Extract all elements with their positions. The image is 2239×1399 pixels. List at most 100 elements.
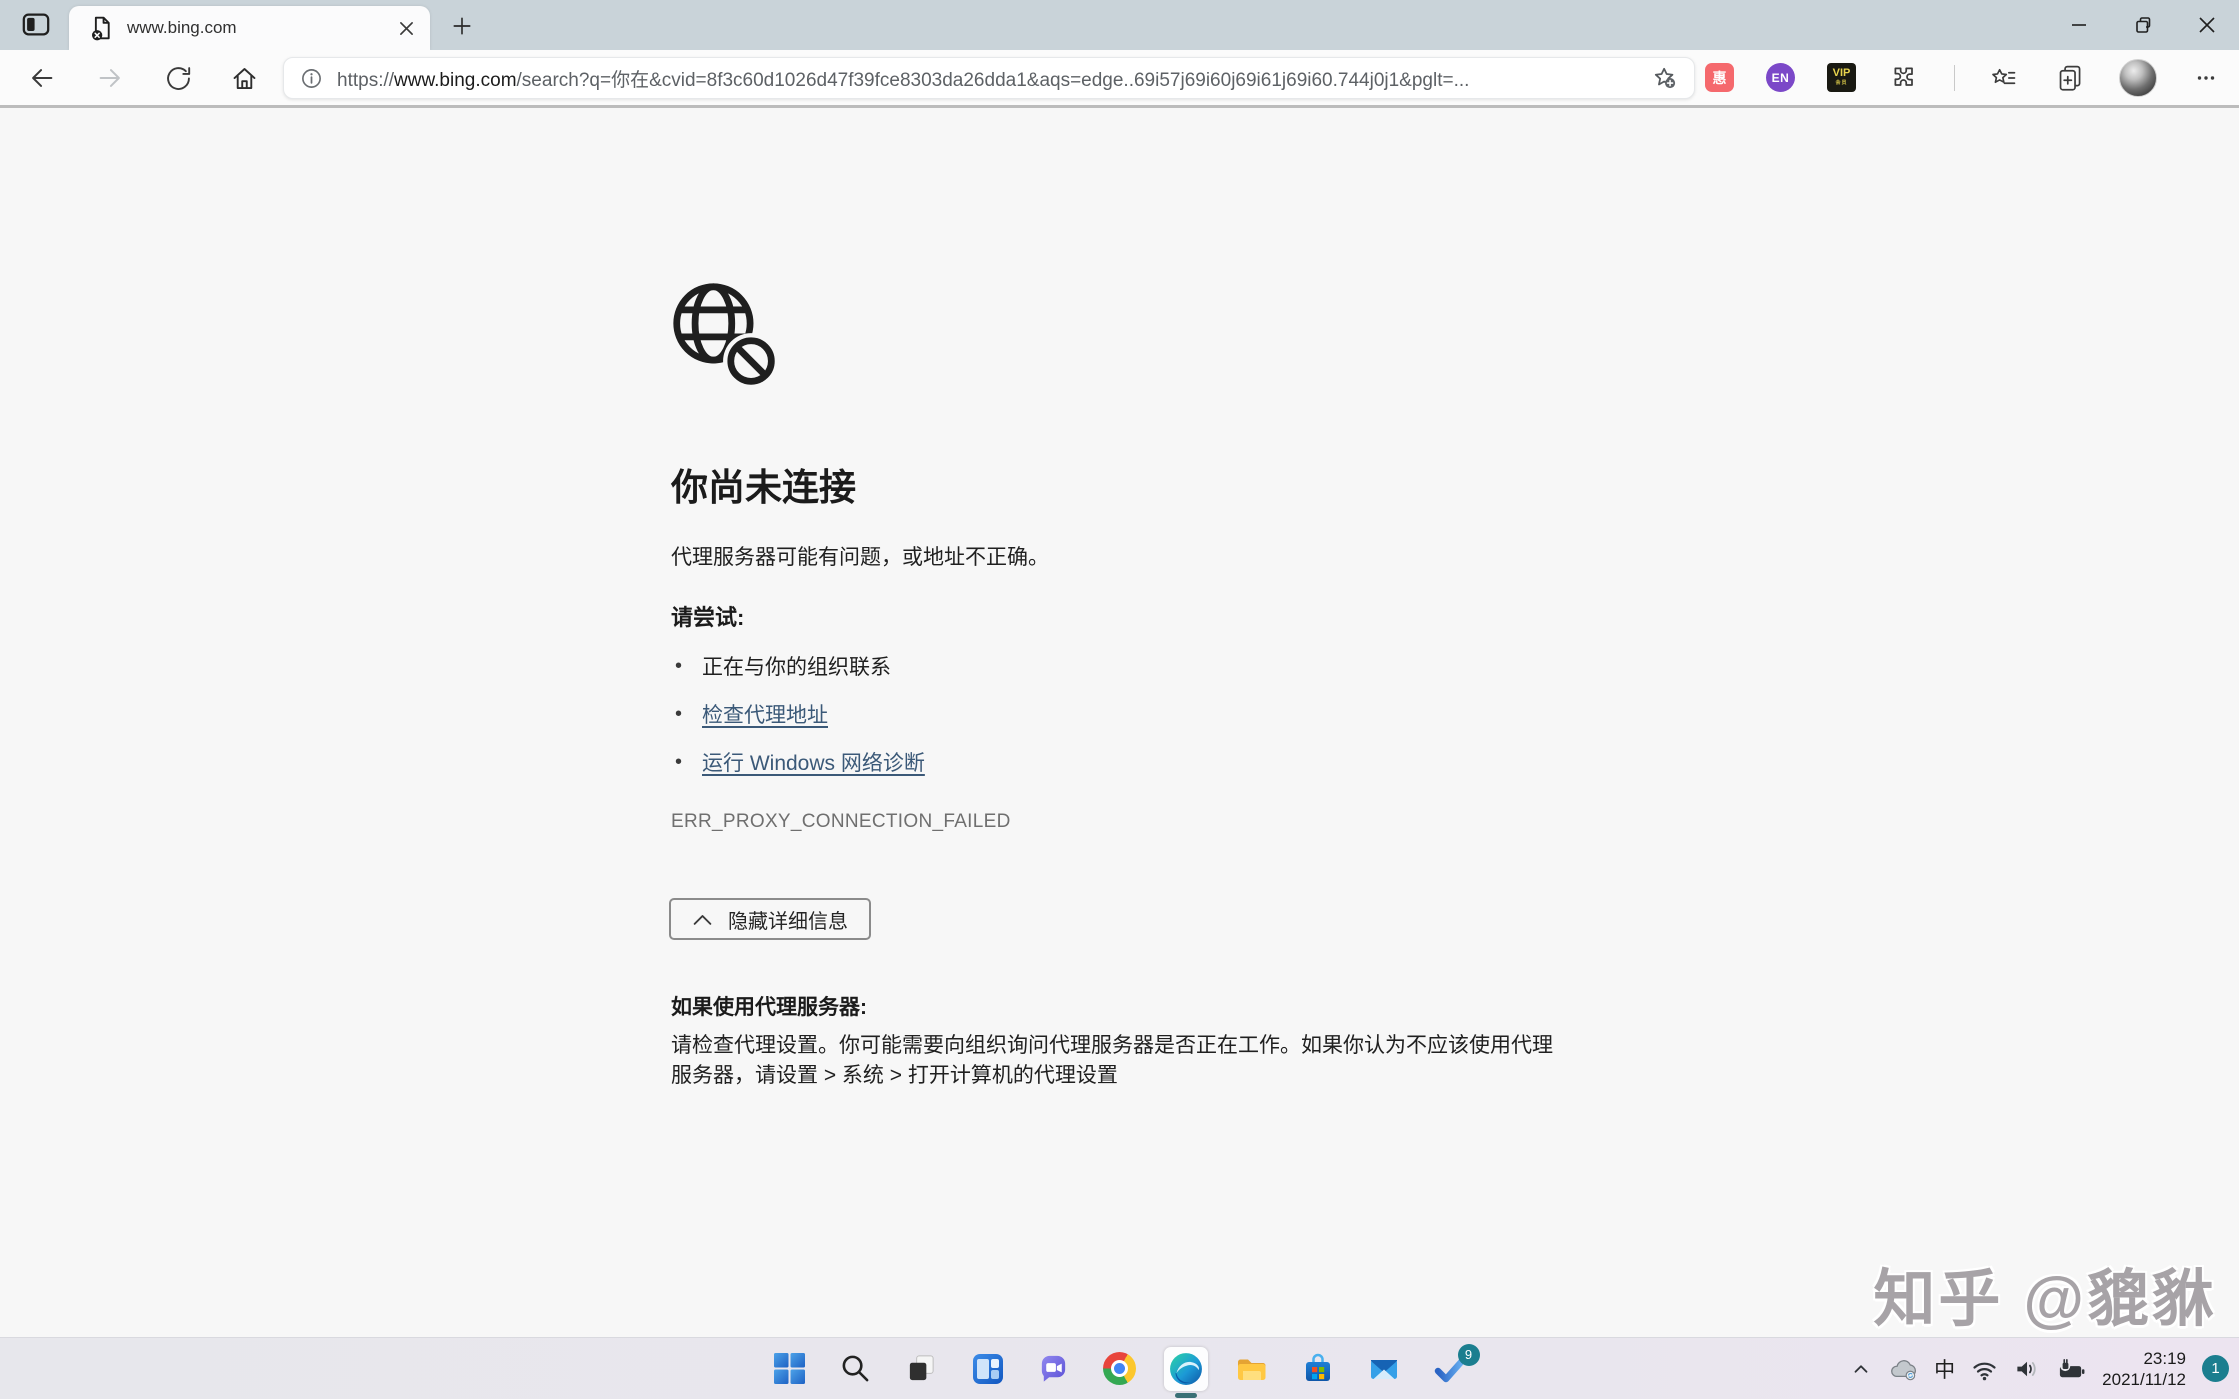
file-explorer-icon: [1236, 1353, 1268, 1385]
todo-button[interactable]: 9: [1428, 1347, 1472, 1391]
vip-extension-sublabel: 会员: [1835, 78, 1847, 88]
suggestion-text: 正在与你的组织联系: [702, 651, 891, 681]
home-button[interactable]: [224, 60, 264, 96]
search-button[interactable]: [834, 1347, 878, 1391]
mail-icon: [1368, 1353, 1400, 1385]
clock[interactable]: 23:19 2021/11/12: [2102, 1348, 2186, 1390]
refresh-button[interactable]: [158, 60, 198, 96]
extension-translator-button[interactable]: EN: [1766, 63, 1795, 92]
tab-close-button[interactable]: [392, 14, 420, 42]
task-view-button[interactable]: [900, 1347, 944, 1391]
onedrive-button[interactable]: [1888, 1357, 1918, 1381]
tray-expand-button[interactable]: [1850, 1358, 1872, 1380]
url-path: /search?q=你在&cvid=8f3c60d1026d47f39fce83…: [517, 70, 1470, 91]
proxy-instructions: 请检查代理设置。你可能需要向组织询问代理服务器是否正在工作。如果你认为不应该使用…: [671, 1031, 1563, 1091]
error-page-favicon-icon: [89, 15, 113, 41]
chrome-icon: [1103, 1352, 1136, 1385]
widgets-button[interactable]: [966, 1347, 1010, 1391]
hide-details-button[interactable]: 隐藏详细信息: [669, 898, 871, 940]
url-domain: www.bing.com: [394, 70, 517, 91]
url-text[interactable]: https://www.bing.com/search?q=你在&cvid=8f…: [337, 65, 1648, 92]
extension-coupon-button[interactable]: 惠: [1705, 63, 1734, 92]
toolbar-divider: [1954, 65, 1955, 91]
notification-badge[interactable]: 1: [2202, 1355, 2229, 1382]
battery-button[interactable]: [2057, 1356, 2086, 1382]
close-icon: [399, 21, 414, 36]
browser-tab[interactable]: www.bing.com: [69, 6, 430, 50]
chrome-button[interactable]: [1098, 1347, 1142, 1391]
settings-menu-button[interactable]: [2189, 61, 2223, 95]
extensions-menu-button[interactable]: [1888, 61, 1922, 95]
globe-error-icon: [669, 279, 781, 396]
onedrive-cloud-icon: [1888, 1357, 1918, 1381]
collections-button[interactable]: [2053, 61, 2087, 95]
suggestion-item: 检查代理地址: [671, 690, 925, 738]
favorites-button[interactable]: [1987, 61, 2021, 95]
suggestion-link-check-proxy[interactable]: 检查代理地址: [702, 699, 828, 729]
watermark: 知乎 @貔貅: [1873, 1248, 2217, 1338]
taskbar-center-icons: 9: [768, 1338, 1472, 1399]
start-button[interactable]: [768, 1347, 812, 1391]
clock-time: 23:19: [2102, 1348, 2186, 1369]
site-info-icon[interactable]: [300, 67, 323, 90]
forward-arrow-icon: [95, 63, 125, 93]
try-heading: 请尝试:: [671, 600, 744, 632]
chat-button[interactable]: [1032, 1347, 1076, 1391]
error-code: ERR_PROXY_CONNECTION_FAILED: [671, 811, 1011, 833]
tab-title: www.bing.com: [127, 18, 392, 38]
chevron-up-icon: [692, 912, 713, 927]
system-tray: 中 23:19 2021/11/12 1: [1850, 1338, 2229, 1399]
suggestion-item: 正在与你的组织联系: [671, 642, 925, 690]
error-page: 你尚未连接 代理服务器可能有问题，或地址不正确。 请尝试: 正在与你的组织联系 …: [0, 111, 2239, 1337]
back-button[interactable]: [22, 60, 62, 96]
microsoft-store-icon: [1302, 1353, 1334, 1385]
mail-button[interactable]: [1362, 1347, 1406, 1391]
address-bar[interactable]: https://www.bing.com/search?q=你在&cvid=8f…: [283, 57, 1695, 99]
puzzle-icon: [1891, 64, 1919, 92]
volume-button[interactable]: [2014, 1357, 2041, 1381]
star-plus-icon: [1654, 67, 1676, 89]
search-icon: [840, 1353, 871, 1384]
favorites-star-icon: [1990, 64, 2018, 92]
suggestion-list: 正在与你的组织联系 检查代理地址 运行 Windows 网络诊断: [671, 642, 925, 786]
windows-start-icon: [773, 1352, 806, 1385]
file-explorer-button[interactable]: [1230, 1347, 1274, 1391]
browser-toolbar: https://www.bing.com/search?q=你在&cvid=8f…: [0, 50, 2239, 108]
edge-active-indicator: [1175, 1393, 1197, 1398]
minimize-button[interactable]: [2047, 0, 2111, 50]
task-view-icon: [906, 1353, 937, 1384]
browser-titlebar: www.bing.com: [0, 0, 2239, 50]
desktop: www.bing.com: [0, 0, 2239, 1399]
tab-switcher-button[interactable]: [16, 9, 56, 43]
ime-indicator[interactable]: 中: [1934, 1354, 1955, 1384]
url-scheme: https://: [337, 70, 394, 91]
restore-icon: [2127, 9, 2159, 41]
coupon-extension-label: 惠: [1713, 68, 1727, 88]
hide-details-label: 隐藏详细信息: [728, 905, 848, 934]
plus-icon: [450, 14, 474, 38]
wifi-button[interactable]: [1971, 1357, 1998, 1381]
forward-button[interactable]: [90, 60, 130, 96]
edge-button[interactable]: [1164, 1347, 1208, 1391]
taskbar: 9 中 23:19 2021/11/12 1: [0, 1337, 2239, 1399]
proxy-heading: 如果使用代理服务器:: [671, 991, 867, 1021]
minimize-icon: [2063, 9, 2095, 41]
close-window-button[interactable]: [2175, 0, 2239, 50]
clock-date: 2021/11/12: [2102, 1369, 2186, 1390]
window-controls: [2047, 0, 2239, 50]
profile-avatar[interactable]: [2119, 59, 2157, 97]
page-title: 你尚未连接: [671, 457, 856, 511]
add-favorite-button[interactable]: [1648, 62, 1682, 94]
battery-charging-icon: [2057, 1356, 2086, 1382]
chat-icon: [1037, 1352, 1070, 1385]
suggestion-link-run-diagnostics[interactable]: 运行 Windows 网络诊断: [702, 747, 925, 777]
vip-extension-label: VIP: [1833, 68, 1851, 78]
translator-extension-label: EN: [1772, 71, 1790, 85]
extension-vip-button[interactable]: VIP 会员: [1827, 63, 1856, 92]
restore-button[interactable]: [2111, 0, 2175, 50]
refresh-icon: [164, 64, 193, 93]
new-tab-button[interactable]: [444, 11, 480, 41]
back-arrow-icon: [27, 63, 57, 93]
store-button[interactable]: [1296, 1347, 1340, 1391]
suggestion-item: 运行 Windows 网络诊断: [671, 738, 925, 786]
